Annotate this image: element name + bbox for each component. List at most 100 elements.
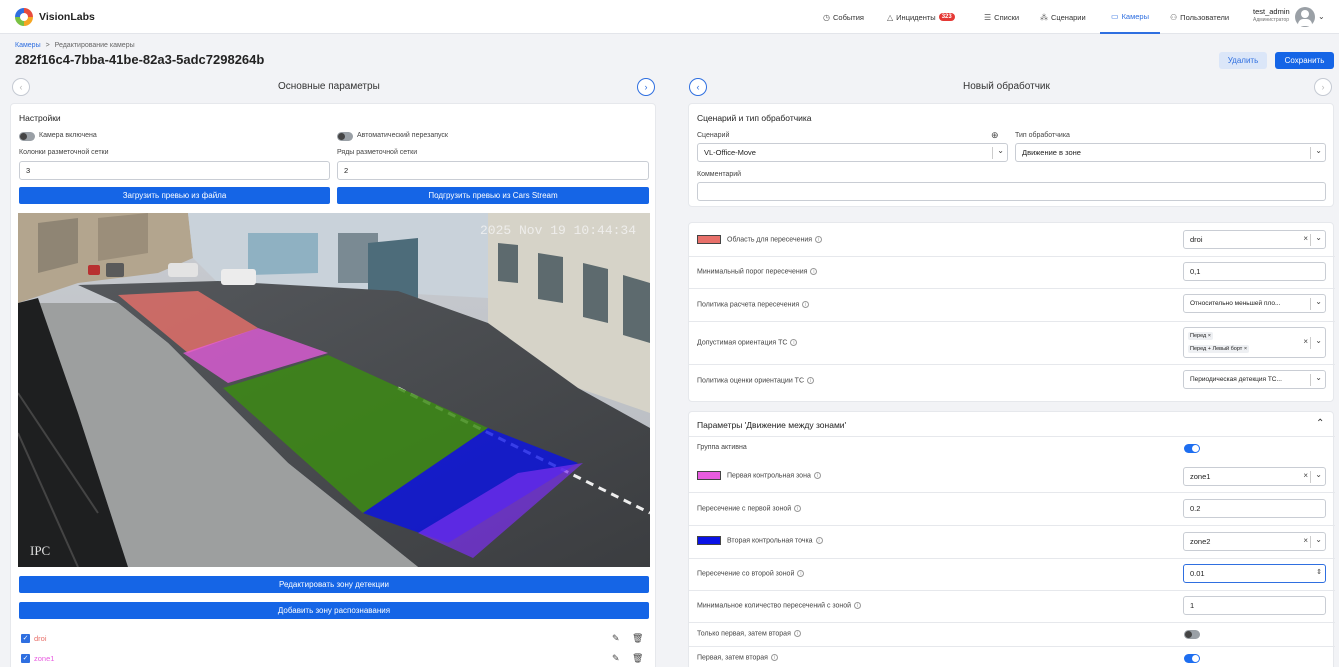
- group-active-toggle[interactable]: [1184, 444, 1200, 453]
- info-icon[interactable]: i: [770, 654, 778, 661]
- info-icon[interactable]: i: [813, 472, 821, 479]
- handler-type-label: Тип обработчика: [1015, 132, 1070, 139]
- chevron-down-icon[interactable]: ⌄: [1318, 12, 1325, 21]
- group-active-label: Группа активна: [697, 444, 747, 451]
- first-zone-select[interactable]: zone1 × ⌄: [1183, 467, 1326, 486]
- auto-restart-toggle[interactable]: [337, 132, 353, 141]
- prev-section-chevron-left-icon[interactable]: ‹: [12, 78, 30, 96]
- avatar[interactable]: [1295, 7, 1315, 27]
- first-then-second-toggle[interactable]: [1184, 654, 1200, 663]
- chevron-down-icon[interactable]: ⌄: [1315, 535, 1322, 544]
- incidents-count-badge: 323: [938, 13, 955, 21]
- area-select[interactable]: droi × ⌄: [1183, 230, 1326, 249]
- second-intersection-input[interactable]: 0.01 ⇕: [1183, 564, 1326, 583]
- chevron-down-icon[interactable]: ⌄: [1315, 373, 1322, 382]
- edit-detection-zone-button[interactable]: Редактировать зону детекции: [19, 576, 649, 593]
- min-intersections-input[interactable]: 1: [1183, 596, 1326, 615]
- next-section-chevron-right-icon[interactable]: ›: [1314, 78, 1332, 96]
- nav-incidents[interactable]: △ Инциденты 323: [887, 0, 955, 34]
- upload-preview-file-button[interactable]: Загрузить превью из файла: [19, 187, 330, 204]
- nav-cameras[interactable]: ▭ Камеры: [1100, 0, 1160, 34]
- grid-cols-input[interactable]: 3: [19, 161, 330, 180]
- chevron-down-icon[interactable]: ⌄: [1315, 233, 1322, 242]
- zone-zone1-checkbox[interactable]: ✓: [21, 654, 30, 663]
- top-navigation-bar: VisionLabs ◷ События △ Инциденты 323 ☰ С…: [0, 0, 1339, 34]
- grid-rows-label: Ряды разметочной сетки: [337, 149, 418, 156]
- save-button[interactable]: Сохранить: [1275, 52, 1334, 69]
- brand-name[interactable]: VisionLabs: [39, 11, 95, 23]
- info-icon[interactable]: i: [815, 236, 823, 243]
- breadcrumb: Камеры > Редактирование камеры: [15, 42, 135, 49]
- select-divider: [1310, 234, 1311, 246]
- camera-enabled-toggle[interactable]: [19, 132, 35, 141]
- load-preview-stream-button[interactable]: Подгрузить превью из Cars Stream: [337, 187, 649, 204]
- chevron-down-icon[interactable]: ⌄: [1315, 297, 1322, 306]
- chevron-down-icon[interactable]: ⌄: [1315, 146, 1322, 155]
- row-threshold-label: Минимальный порог пересечения i: [697, 268, 818, 275]
- delete-trash-icon[interactable]: 🗑: [632, 633, 643, 644]
- info-icon[interactable]: i: [794, 505, 802, 512]
- breadcrumb-cameras-link[interactable]: Камеры: [15, 42, 41, 49]
- select-divider: [1310, 147, 1311, 159]
- info-icon[interactable]: i: [793, 630, 801, 637]
- nav-scenarios[interactable]: ⁂ Сценарии: [1040, 0, 1086, 34]
- chevron-down-icon[interactable]: ⌄: [997, 146, 1004, 155]
- divider: [689, 256, 1335, 257]
- user-name: test_admin: [1253, 7, 1290, 16]
- handler-type-select[interactable]: Движение в зоне ⌄: [1015, 143, 1326, 162]
- chevron-up-icon[interactable]: ⌃: [1316, 418, 1324, 429]
- threshold-input[interactable]: 0,1: [1183, 262, 1326, 281]
- camera-preview-image: 2025 Nov 19 10:44:34 IPC: [18, 213, 650, 567]
- zone-droi-checkbox[interactable]: ✓: [21, 634, 30, 643]
- add-scenario-plus-icon[interactable]: ⊕: [991, 130, 999, 141]
- nav-cameras-label: Камеры: [1121, 11, 1149, 21]
- divider: [689, 321, 1335, 322]
- camera-preview[interactable]: 2025 Nov 19 10:44:34 IPC: [18, 213, 650, 567]
- info-icon[interactable]: i: [802, 301, 810, 308]
- info-icon[interactable]: i: [810, 268, 818, 275]
- nav-lists[interactable]: ☰ Списки: [984, 0, 1019, 34]
- right-section-title: Новый обработчик: [963, 81, 1050, 92]
- info-icon[interactable]: i: [815, 537, 823, 544]
- next-section-chevron-right-icon[interactable]: ›: [637, 78, 655, 96]
- user-info[interactable]: test_admin Администратор: [1253, 7, 1290, 23]
- chevron-down-icon[interactable]: ⌄: [1315, 336, 1322, 345]
- second-zone-select[interactable]: zone2 × ⌄: [1183, 532, 1326, 551]
- info-icon[interactable]: i: [790, 339, 798, 346]
- first-then-second-label: Первая, затем вторая i: [697, 654, 778, 661]
- chip-remove-x-icon[interactable]: ×: [1208, 333, 1211, 339]
- divider: [689, 436, 1335, 437]
- chip-remove-x-icon[interactable]: ×: [1244, 346, 1247, 352]
- policy-select[interactable]: Относительно меньшей пло... ⌄: [1183, 294, 1326, 313]
- orientation-policy-select[interactable]: Периодическая детекция ТС... ⌄: [1183, 370, 1326, 389]
- chevron-down-icon[interactable]: ⌄: [1315, 470, 1322, 479]
- info-icon[interactable]: i: [854, 602, 862, 609]
- clear-x-icon[interactable]: ×: [1303, 337, 1308, 346]
- info-icon[interactable]: i: [797, 570, 805, 577]
- comment-input[interactable]: [697, 182, 1326, 201]
- delete-button[interactable]: Удалить: [1219, 52, 1267, 69]
- add-recognition-zone-button[interactable]: Добавить зону распознавания: [19, 602, 649, 619]
- nav-users[interactable]: ⚇ Пользователи: [1170, 0, 1229, 34]
- row-area-label: Область для пересечения i: [727, 236, 823, 243]
- info-icon[interactable]: i: [807, 377, 815, 384]
- edit-pencil-icon[interactable]: ✎: [612, 653, 620, 664]
- divider: [689, 558, 1335, 559]
- visionlabs-logo-icon[interactable]: [15, 8, 33, 26]
- grid-rows-input[interactable]: 2: [337, 161, 649, 180]
- scenario-select[interactable]: VL-Office-Move ⌄: [697, 143, 1008, 162]
- zones-movement-group-card: Параметры 'Движение между зонами' ⌃ Груп…: [688, 411, 1335, 667]
- orientation-multiselect[interactable]: Перед × Перед + Левый борт × × ⌄: [1183, 327, 1326, 358]
- first-intersection-input[interactable]: 0.2: [1183, 499, 1326, 518]
- nav-events[interactable]: ◷ События: [823, 0, 864, 34]
- prev-section-chevron-left-icon[interactable]: ‹: [689, 78, 707, 96]
- delete-trash-icon[interactable]: 🗑: [632, 653, 643, 664]
- select-divider: [1310, 337, 1311, 349]
- clear-x-icon[interactable]: ×: [1303, 471, 1308, 480]
- edit-pencil-icon[interactable]: ✎: [612, 633, 620, 644]
- divider: [689, 622, 1335, 623]
- spinner-arrows-icon[interactable]: ⇕: [1316, 568, 1322, 576]
- clear-x-icon[interactable]: ×: [1303, 536, 1308, 545]
- only-first-then-second-toggle[interactable]: [1184, 630, 1200, 639]
- clear-x-icon[interactable]: ×: [1303, 234, 1308, 243]
